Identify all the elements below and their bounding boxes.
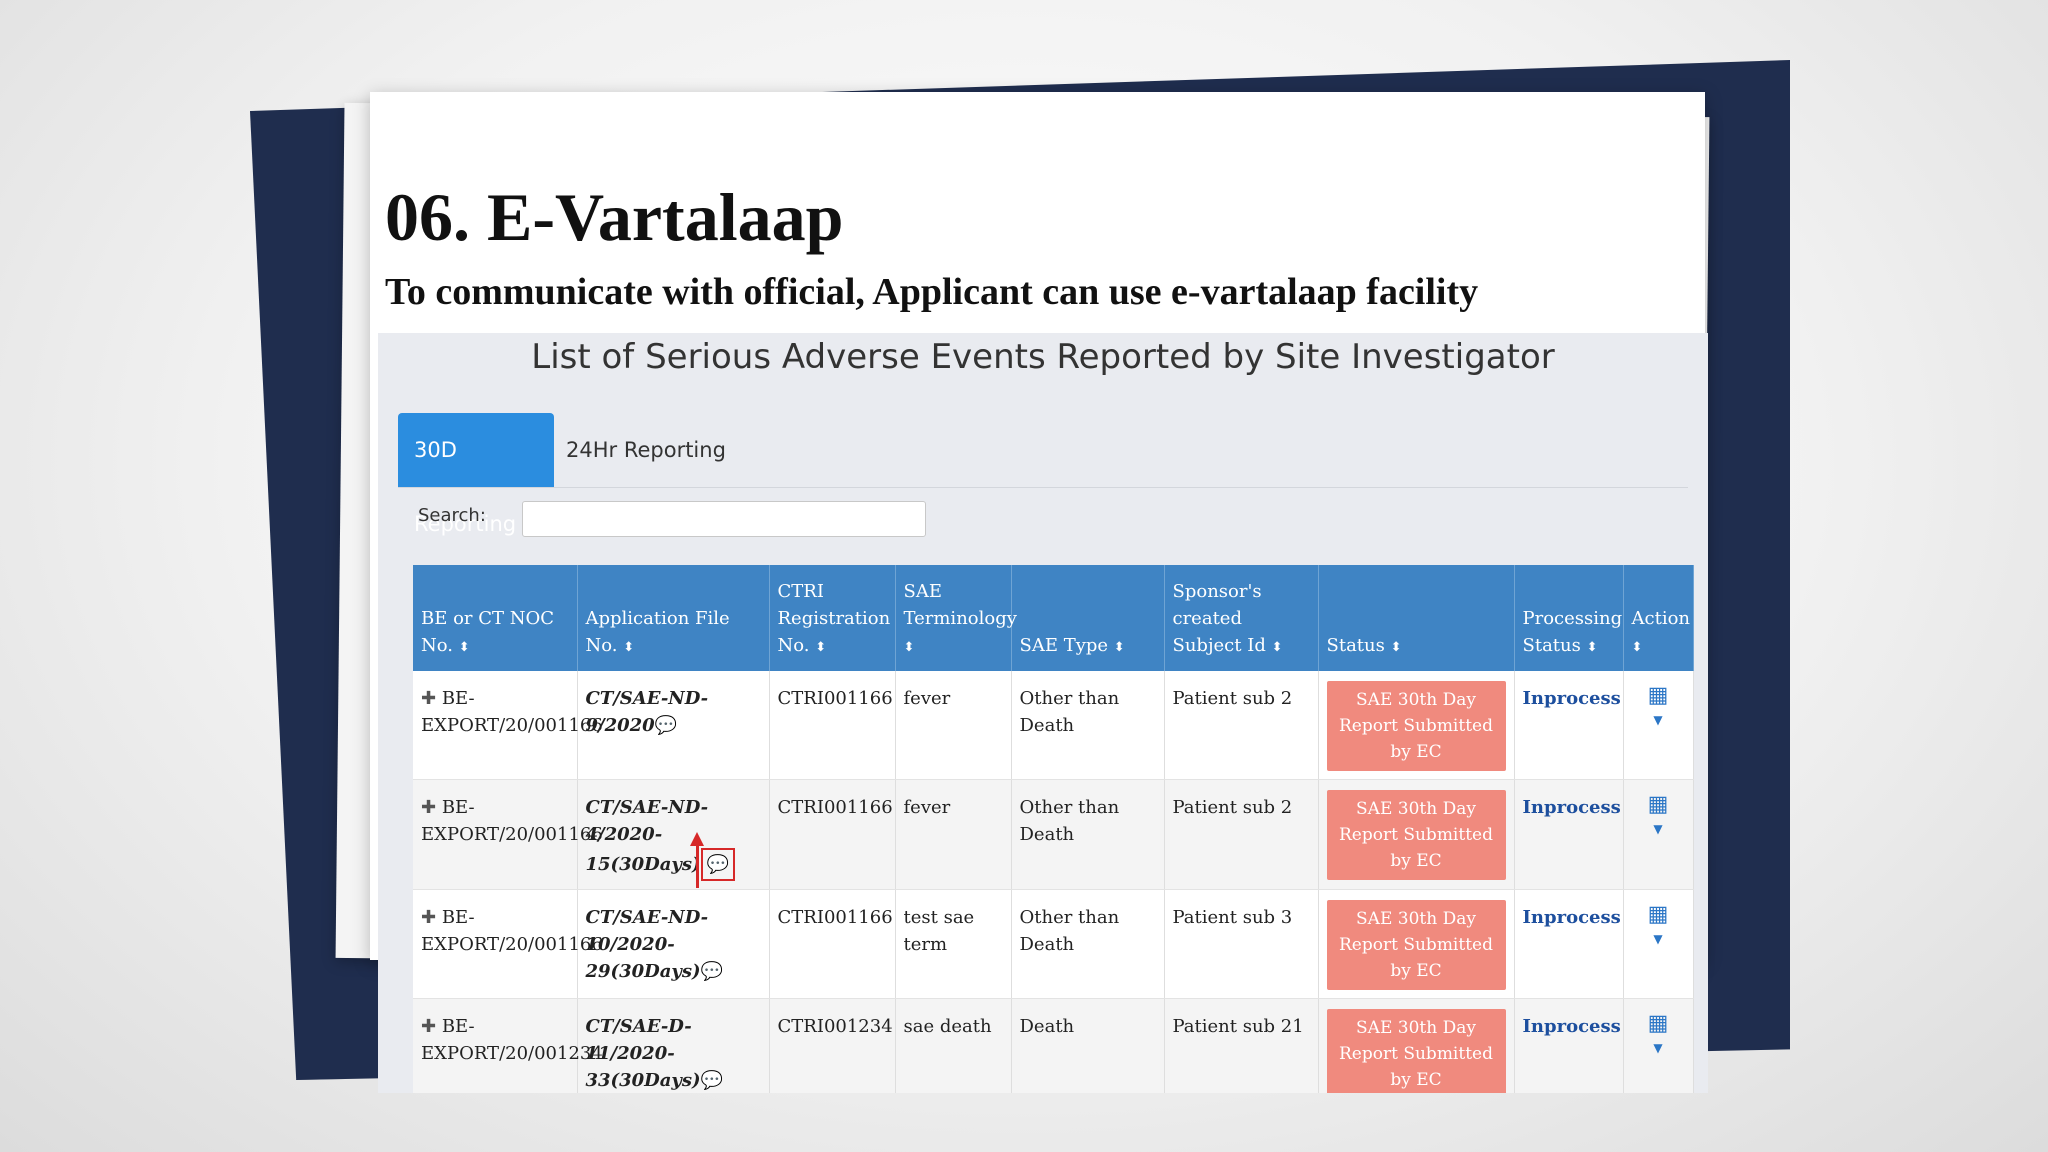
header-ctri[interactable]: CTRI Registration No. ⬍ — [769, 565, 896, 671]
tab-24hr-reporting[interactable]: 24Hr Reporting — [550, 413, 742, 487]
sae-table: BE or CT NOC No. ⬍ Application File No. … — [413, 565, 1694, 1093]
red-arrow-line — [696, 840, 699, 888]
cell-noc-no: ✚ BE-EXPORT/20/001166 — [413, 889, 603, 999]
cell-terminology: test sae term — [895, 889, 1012, 999]
cell-sae-type: Other than Death — [1011, 779, 1165, 890]
search-input[interactable] — [522, 501, 926, 537]
table-row: ✚ BE-EXPORT/20/001166 CT/SAE-ND-9/2020💬 … — [413, 671, 1694, 780]
search-label: Search: — [418, 505, 486, 526]
plus-icon[interactable]: ✚ — [421, 907, 436, 928]
cell-action: ▦ ▼ — [1623, 889, 1694, 999]
cell-processing: Inprocess — [1514, 998, 1624, 1093]
sort-icon[interactable]: ⬍ — [1632, 640, 1643, 655]
caret-down-icon[interactable]: ▼ — [1632, 707, 1685, 734]
caret-down-icon[interactable]: ▼ — [1632, 926, 1685, 953]
cell-processing: Inprocess — [1514, 671, 1624, 780]
header-processing[interactable]: Processing Status ⬍ — [1514, 565, 1624, 671]
screenshot-panel: List of Serious Adverse Events Reported … — [378, 333, 1708, 1093]
grid-menu-icon[interactable]: ▦ — [1632, 1013, 1685, 1035]
sort-icon[interactable]: ⬍ — [904, 640, 915, 655]
plus-icon[interactable]: ✚ — [421, 797, 436, 818]
red-arrow-head — [690, 832, 704, 846]
cell-processing: Inprocess — [1514, 889, 1624, 999]
cell-terminology: fever — [895, 671, 1012, 780]
page-title: List of Serious Adverse Events Reported … — [531, 337, 1555, 377]
cell-sae-type: Other than Death — [1011, 889, 1165, 999]
cell-processing: Inprocess — [1514, 779, 1624, 890]
slide-title: 06. E-Vartalaap — [385, 179, 844, 255]
chat-bubble-icon[interactable]: 💬 — [701, 1070, 723, 1091]
cell-status: SAE 30th Day Report Submitted by EC — [1318, 889, 1515, 999]
sort-icon[interactable]: ⬍ — [623, 640, 634, 655]
plus-icon[interactable]: ✚ — [421, 688, 436, 709]
tab-30d-reporting[interactable]: 30D Reporting — [398, 413, 554, 536]
cell-file-no: CT/SAE-D-11/2020-33(30Days)💬 — [577, 998, 770, 1093]
chat-bubble-icon[interactable]: 💬 — [655, 715, 677, 736]
table-row: ✚ BE-EXPORT/20/001166 CT/SAE-ND-10/2020-… — [413, 889, 1694, 999]
cell-noc-no: ✚ BE-EXPORT/20/001166 — [413, 671, 603, 780]
grid-menu-icon[interactable]: ▦ — [1632, 904, 1685, 926]
grid-menu-icon[interactable]: ▦ — [1632, 685, 1685, 707]
slide-subtitle: To communicate with official, Applicant … — [385, 271, 1479, 313]
cell-terminology: fever — [895, 779, 1012, 890]
processing-status-link[interactable]: Inprocess — [1523, 1016, 1621, 1037]
cell-ctri: CTRI001166 — [769, 779, 896, 890]
sort-icon[interactable]: ⬍ — [459, 640, 470, 655]
cell-sae-type: Other than Death — [1011, 671, 1165, 780]
cell-ctri: CTRI001166 — [769, 671, 896, 780]
cell-terminology: sae death — [895, 998, 1012, 1093]
cell-sae-type: Death — [1011, 998, 1165, 1093]
sort-icon[interactable]: ⬍ — [1114, 640, 1125, 655]
processing-status-link[interactable]: Inprocess — [1523, 797, 1621, 818]
cell-file-no: CT/SAE-ND-9/2020💬 — [577, 671, 770, 780]
cell-subject-id: Patient sub 2 — [1164, 671, 1319, 780]
cell-noc-no: ✚ BE-EXPORT/20/001166 — [413, 779, 603, 890]
header-subject-id[interactable]: Sponsor's created Subject Id ⬍ — [1164, 565, 1319, 671]
header-sae-type[interactable]: SAE Type ⬍ — [1011, 565, 1165, 671]
header-terminology[interactable]: SAE Terminology ⬍ — [895, 565, 1017, 671]
cell-subject-id: Patient sub 3 — [1164, 889, 1319, 999]
cell-ctri: CTRI001234 — [769, 998, 896, 1093]
cell-status: SAE 30th Day Report Submitted by EC — [1318, 998, 1515, 1093]
table-row: ✚ BE-EXPORT/20/001234 CT/SAE-D-11/2020-3… — [413, 998, 1694, 1093]
cell-file-no: CT/SAE-ND-10/2020-29(30Days)💬 — [577, 889, 770, 999]
table-header-row: BE or CT NOC No. ⬍ Application File No. … — [413, 565, 1694, 671]
processing-status-link[interactable]: Inprocess — [1523, 688, 1621, 709]
cell-status: SAE 30th Day Report Submitted by EC — [1318, 671, 1515, 780]
cell-action: ▦ ▼ — [1623, 779, 1694, 890]
grid-menu-icon[interactable]: ▦ — [1632, 794, 1685, 816]
caret-down-icon[interactable]: ▼ — [1632, 816, 1685, 843]
processing-status-link[interactable]: Inprocess — [1523, 907, 1621, 928]
cell-status: SAE 30th Day Report Submitted by EC — [1318, 779, 1515, 890]
highlight-box: 💬 — [700, 848, 735, 881]
cell-file-no: CT/SAE-ND-4/2020-15(30Days) 💬 — [577, 779, 770, 890]
sort-icon[interactable]: ⬍ — [1272, 640, 1283, 655]
header-action[interactable]: Action ⬍ — [1623, 565, 1694, 671]
table-row: ✚ BE-EXPORT/20/001166 CT/SAE-ND-4/2020-1… — [413, 779, 1694, 890]
cell-subject-id: Patient sub 21 — [1164, 998, 1319, 1093]
sort-icon[interactable]: ⬍ — [1391, 640, 1402, 655]
header-file-no[interactable]: Application File No. ⬍ — [577, 565, 770, 671]
cell-action: ▦ ▼ — [1623, 998, 1694, 1093]
cell-ctri: CTRI001166 — [769, 889, 896, 999]
chat-bubble-icon[interactable]: 💬 — [701, 961, 723, 982]
chat-bubble-icon[interactable]: 💬 — [707, 854, 729, 875]
status-badge: SAE 30th Day Report Submitted by EC — [1326, 1009, 1506, 1093]
cell-action: ▦ ▼ — [1623, 671, 1694, 780]
cell-subject-id: Patient sub 2 — [1164, 779, 1319, 890]
caret-down-icon[interactable]: ▼ — [1632, 1035, 1685, 1062]
tab-bar: 30D Reporting 24Hr Reporting — [398, 413, 1688, 536]
plus-icon[interactable]: ✚ — [421, 1016, 436, 1037]
status-badge: SAE 30th Day Report Submitted by EC — [1326, 681, 1506, 771]
status-badge: SAE 30th Day Report Submitted by EC — [1326, 900, 1506, 990]
sort-icon[interactable]: ⬍ — [1587, 640, 1598, 655]
cell-noc-no: ✚ BE-EXPORT/20/001234 — [413, 998, 603, 1093]
header-status[interactable]: Status ⬍ — [1318, 565, 1515, 671]
sort-icon[interactable]: ⬍ — [815, 640, 826, 655]
status-badge: SAE 30th Day Report Submitted by EC — [1326, 790, 1506, 880]
header-noc-no[interactable]: BE or CT NOC No. ⬍ — [413, 565, 578, 671]
